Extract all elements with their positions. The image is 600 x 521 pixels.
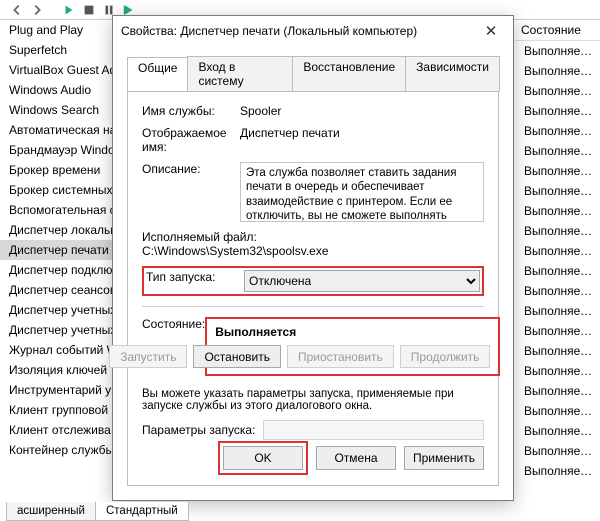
pause-button: Приостановить [287,345,394,368]
state-cell: Выполняется [515,341,600,361]
apply-button[interactable]: Применить [404,446,484,470]
state-header[interactable]: Состояние [515,20,600,41]
startup-highlight: Тип запуска: Отключена [142,266,484,296]
state-cell: Выполняется [515,381,600,401]
label-description: Описание: [142,162,240,222]
properties-dialog: Свойства: Диспетчер печати (Локальный ко… [112,15,514,501]
state-cell: Выполняется [515,161,600,181]
state-cell: Выполняется [515,181,600,201]
stop-button[interactable]: Остановить [193,345,281,368]
startup-type-select[interactable]: Отключена [244,270,480,292]
state-cell: Выполняется [515,461,600,481]
label-service-name: Имя службы: [142,104,240,118]
bottom-tabs[interactable]: асширенный Стандартный [6,502,188,521]
ok-button[interactable]: OK [223,446,303,470]
state-cell: Выполняется [515,121,600,141]
state-cell: Выполняется [515,41,600,61]
state-cell: Выполняется [515,301,600,321]
value-description[interactable]: Эта служба позволяет ставить задания печ… [240,162,484,222]
state-highlight: Выполняется Запустить Остановить Приоста… [205,317,500,376]
tab-3[interactable]: Зависимости [405,56,500,91]
tab-extended[interactable]: асширенный [6,502,96,521]
value-state: Выполняется [215,325,490,339]
tab-1[interactable]: Вход в систему [187,56,293,91]
state-cell: Выполняется [515,201,600,221]
value-service-name: Spooler [240,104,484,118]
start-button: Запустить [109,345,187,368]
state-cell: Выполняется [515,61,600,81]
back-icon[interactable] [10,3,24,17]
startup-note: Вы можете указать параметры запуска, при… [142,388,484,412]
state-cell: Выполняется [515,361,600,381]
dialog-title: Свойства: Диспетчер печати (Локальный ко… [121,24,477,38]
tab-0[interactable]: Общие [127,57,188,92]
label-exe-path: Исполняемый файл: [142,230,484,244]
tab-2[interactable]: Восстановление [292,56,406,91]
value-exe-path: C:\Windows\System32\spoolsv.exe [142,244,484,258]
state-cell: Выполняется [515,281,600,301]
state-cell: Выполняется [515,321,600,341]
label-startup-type: Тип запуска: [146,270,244,292]
cancel-button[interactable]: Отмена [316,446,396,470]
close-icon[interactable]: ✕ [477,22,505,40]
tab-standard[interactable]: Стандартный [95,502,189,521]
state-column: Состояние ВыполняетсяВыполняетсяВыполняе… [515,20,600,481]
state-cell: Выполняется [515,421,600,441]
forward-icon[interactable] [30,3,44,17]
state-cell: Выполняется [515,241,600,261]
state-cell: Выполняется [515,101,600,121]
value-display-name: Диспетчер печати [240,126,484,154]
state-cell: Выполняется [515,141,600,161]
play-icon[interactable] [62,3,76,17]
label-params: Параметры запуска: [142,423,255,437]
state-cell: Выполняется [515,261,600,281]
state-cell: Выполняется [515,441,600,461]
label-display-name: Отображаемое имя: [142,126,240,154]
state-cell: Выполняется [515,81,600,101]
state-cell: Выполняется [515,401,600,421]
resume-button: Продолжить [400,345,491,368]
stop-icon[interactable] [82,3,96,17]
state-cell: Выполняется [515,221,600,241]
ok-highlight: OK [218,441,308,475]
params-field [263,420,484,440]
